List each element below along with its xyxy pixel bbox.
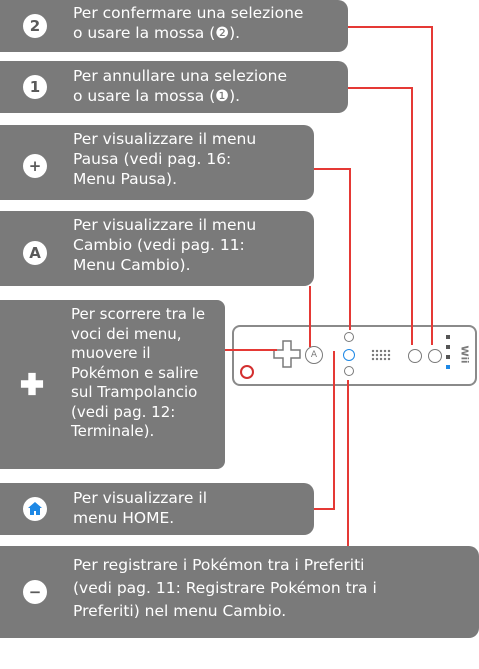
callout-line: sul Trampolancio bbox=[71, 383, 198, 401]
callout-line: Menu Pausa). bbox=[73, 170, 178, 188]
home-button-on-remote-icon bbox=[343, 349, 355, 361]
callout-button-1: 1 Per annullare una selezione o usare la… bbox=[0, 61, 348, 113]
callout-line: Preferiti) nel menu Cambio. bbox=[73, 602, 287, 620]
speaker-icon bbox=[371, 349, 391, 361]
callout-button-a: A Per visualizzare il menu Cambio (vedi … bbox=[0, 211, 314, 286]
button-2-icon: 2 bbox=[23, 14, 47, 38]
callout-line: Per annullare una selezione bbox=[73, 67, 288, 85]
callout-line: Terminale). bbox=[71, 422, 155, 440]
callout-dpad: Per scorrere tra le voci dei menu, muove… bbox=[0, 300, 225, 469]
callout-line: (vedi pag. 11: Registrare Pokémon tra i bbox=[73, 579, 377, 597]
leader-line bbox=[333, 351, 335, 510]
player-leds bbox=[446, 335, 450, 375]
callout-button-plus: + Per visualizzare il menu Pausa (vedi p… bbox=[0, 125, 314, 200]
leader-line bbox=[348, 87, 412, 89]
callout-line: Per registrare i Pokémon tra i Preferiti bbox=[73, 556, 365, 574]
leader-line bbox=[309, 286, 311, 347]
dpad-on-remote-icon bbox=[273, 340, 301, 372]
leader-line bbox=[411, 87, 413, 345]
callout-line: Cambio (vedi pag. 11: bbox=[73, 236, 245, 254]
minus-button-icon: − bbox=[23, 580, 47, 604]
leader-line bbox=[225, 349, 277, 351]
callout-line: Per visualizzare il bbox=[73, 489, 207, 507]
callout-minus: − Per registrare i Pokémon tra i Preferi… bbox=[0, 546, 479, 638]
callout-line: Pausa (vedi pag. 16: bbox=[73, 150, 232, 168]
home-icon bbox=[23, 497, 47, 521]
power-button-icon bbox=[240, 365, 254, 379]
callout-line: Per visualizzare il menu bbox=[73, 130, 257, 148]
a-button-icon: A bbox=[23, 241, 47, 265]
leader-line bbox=[431, 26, 433, 345]
callout-line: Per visualizzare il menu bbox=[73, 216, 257, 234]
callout-line: o usare la mossa (❷). bbox=[73, 24, 241, 42]
button-2-on-remote-icon bbox=[428, 349, 442, 363]
leader-line bbox=[347, 380, 349, 546]
leader-line bbox=[314, 168, 350, 170]
callout-line: (vedi pag. 12: bbox=[71, 402, 176, 421]
leader-line bbox=[314, 508, 334, 510]
button-1-icon: 1 bbox=[23, 75, 47, 99]
dpad-icon bbox=[20, 372, 44, 396]
callout-line: o usare la mossa (❶). bbox=[73, 87, 241, 105]
callout-line: Per confermare una selezione bbox=[73, 4, 304, 22]
plus-button-on-remote-icon bbox=[344, 332, 354, 342]
leader-line bbox=[348, 26, 432, 28]
callout-line: muovere il bbox=[71, 344, 151, 362]
callout-button-2: 2 Per confermare una selezione o usare l… bbox=[0, 0, 348, 52]
callout-line: Pokémon e salire bbox=[71, 363, 199, 382]
callout-line: Menu Cambio). bbox=[73, 256, 191, 274]
leader-line bbox=[349, 168, 351, 330]
plus-button-icon: + bbox=[23, 154, 47, 178]
callout-line: menu HOME. bbox=[73, 509, 175, 527]
wii-logo: Wii bbox=[458, 345, 470, 364]
a-button-on-remote-icon: A bbox=[305, 346, 323, 364]
wii-remote: A Wii bbox=[232, 325, 477, 386]
callout-home: Per visualizzare il menu HOME. bbox=[0, 483, 314, 535]
callout-line: voci dei menu, bbox=[71, 324, 182, 343]
minus-button-on-remote-icon bbox=[344, 366, 354, 376]
button-1-on-remote-icon bbox=[408, 349, 422, 363]
callout-line: Per scorrere tra le bbox=[71, 305, 206, 323]
